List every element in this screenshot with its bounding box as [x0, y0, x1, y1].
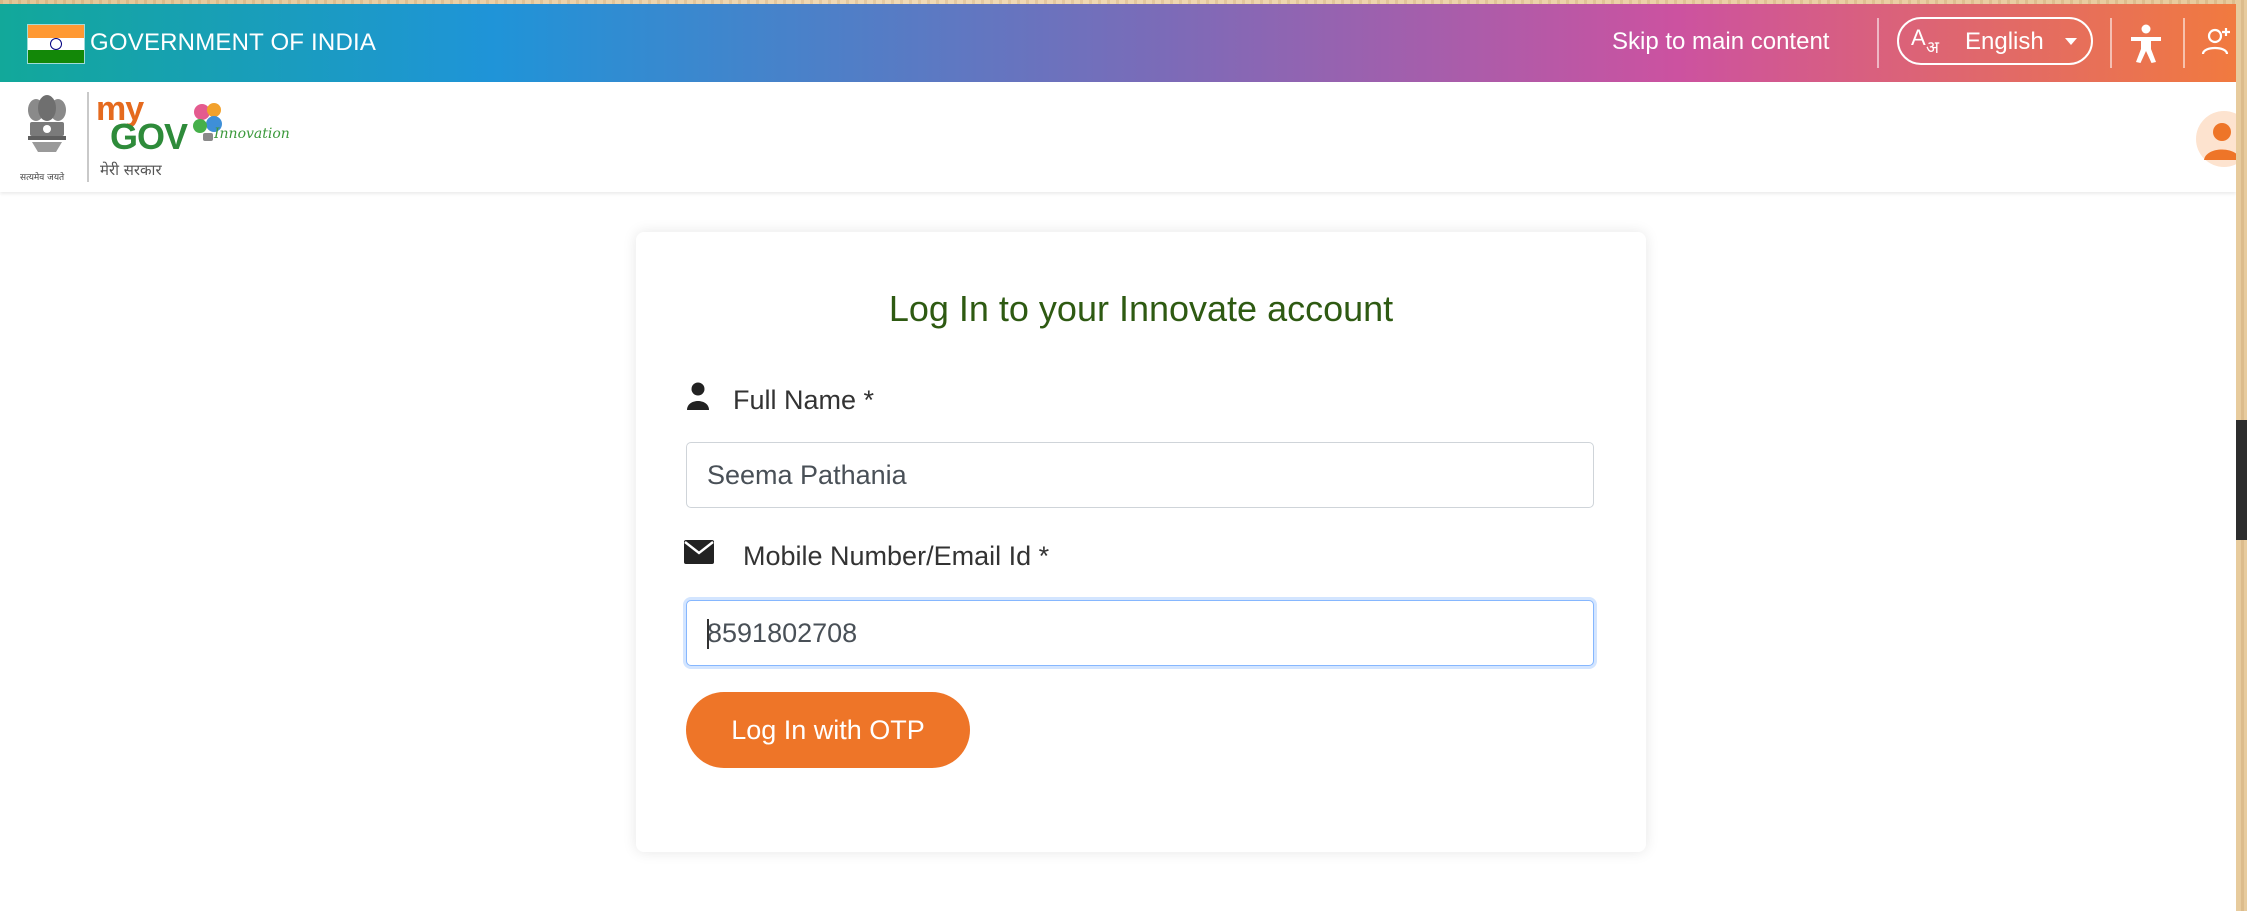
- accessibility-icon[interactable]: [2125, 22, 2167, 64]
- contact-input[interactable]: 8591802708: [686, 600, 1594, 666]
- full-name-input[interactable]: Seema Pathania: [686, 442, 1594, 508]
- login-title: Log In to your Innovate account: [888, 288, 1394, 329]
- user-icon: [687, 382, 709, 410]
- language-selector[interactable]: A अ English: [1897, 17, 2093, 65]
- india-flag-icon: [27, 24, 85, 64]
- divider: [2183, 18, 2185, 68]
- translate-icon: A अ: [1911, 25, 1939, 57]
- divider: [1877, 18, 1879, 68]
- divider: [2110, 18, 2112, 68]
- login-otp-button[interactable]: Log In with OTP: [686, 692, 970, 768]
- government-bar: GOVERNMENT OF INDIA Skip to main content…: [0, 4, 2236, 82]
- text-cursor: [707, 619, 709, 649]
- contact-label: Mobile Number/Email Id *: [743, 541, 1050, 571]
- language-label: English: [1965, 28, 2044, 55]
- contact-input-value: 8591802708: [707, 618, 858, 648]
- login-card: Log In to your Innovate account Full Nam…: [636, 232, 1646, 852]
- mygov-logo[interactable]: my GOV Innovation मेरी सरकार: [96, 88, 296, 184]
- divider: [87, 92, 89, 182]
- login-otp-label: Log In with OTP: [731, 715, 925, 745]
- government-title[interactable]: GOVERNMENT OF INDIA: [90, 29, 376, 57]
- chevron-down-icon: [2065, 38, 2077, 45]
- site-header: सत्यमेव जयते my GOV Innovation मेरी सरका…: [0, 82, 2236, 192]
- user-plus-icon[interactable]: [2200, 22, 2236, 64]
- envelope-icon: [684, 540, 714, 564]
- browser-page: GOVERNMENT OF INDIA Skip to main content…: [0, 4, 2236, 911]
- user-avatar-icon[interactable]: [2196, 110, 2236, 168]
- full-name-label: Full Name *: [733, 385, 875, 415]
- emblem-caption: सत्यमेव जयते: [20, 173, 65, 183]
- skip-to-content-link[interactable]: Skip to main content: [1612, 28, 1829, 56]
- national-emblem-icon: [28, 95, 66, 152]
